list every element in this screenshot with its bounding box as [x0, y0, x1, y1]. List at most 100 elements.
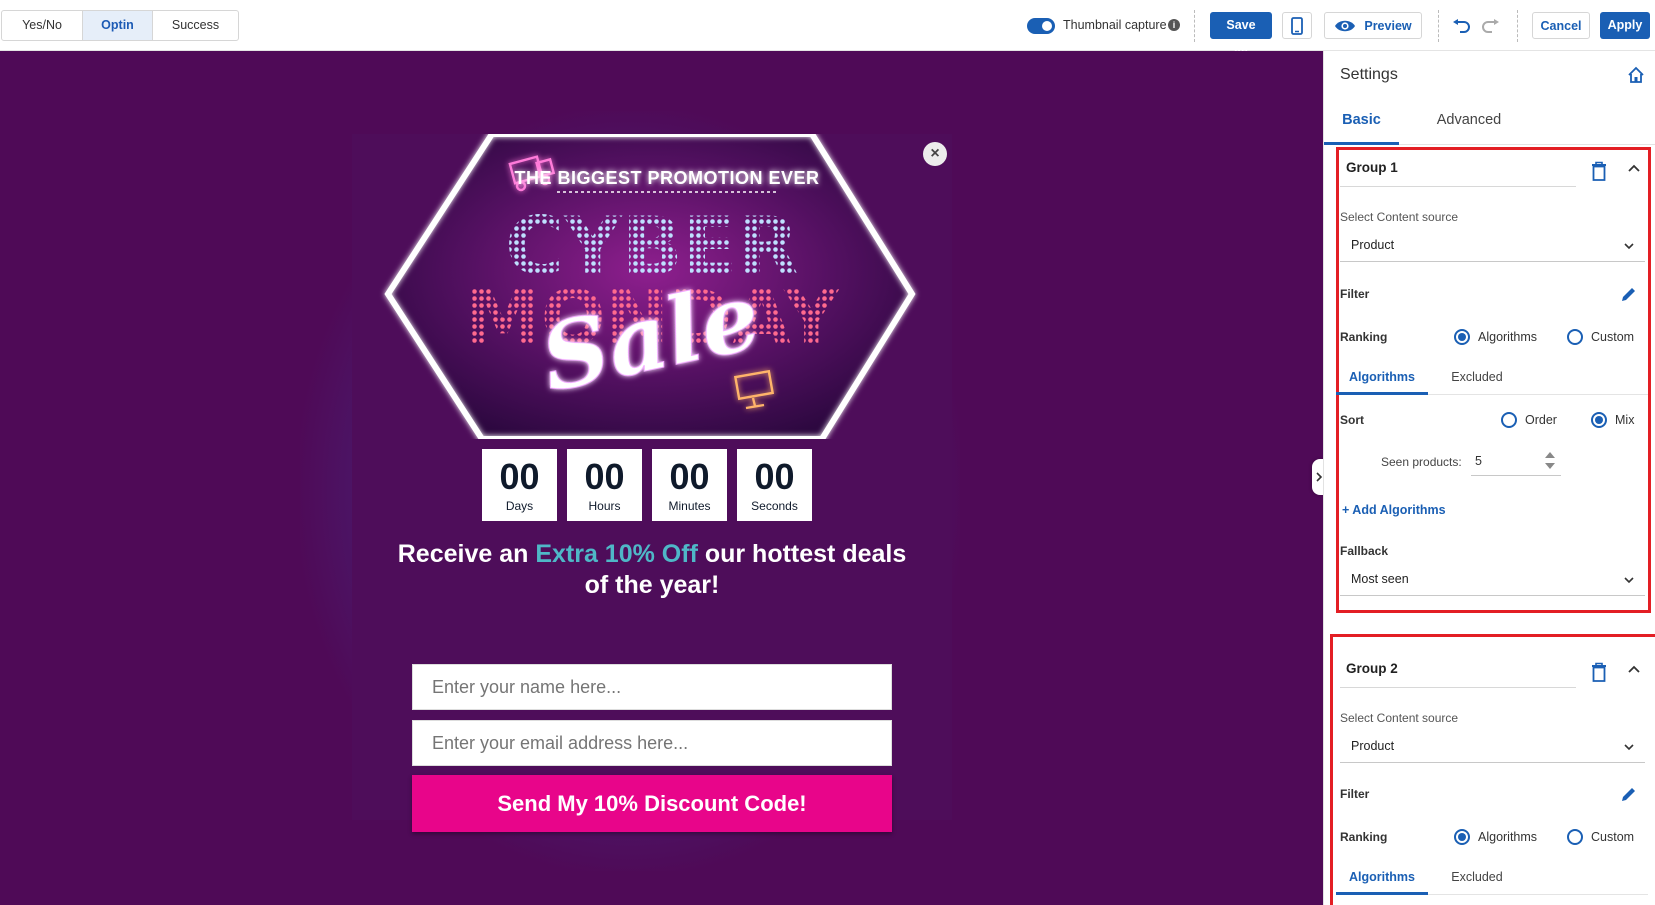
segment-optin[interactable]: Optin	[83, 11, 153, 40]
apply-button[interactable]: Apply	[1600, 12, 1650, 39]
subtab-excluded[interactable]: Excluded	[1432, 361, 1522, 395]
countdown-minutes: 00 Minutes	[652, 449, 727, 521]
chevron-down-icon	[1624, 577, 1634, 584]
countdown-value: 00	[754, 456, 795, 497]
radio-label: Order	[1525, 413, 1557, 427]
fallback-label: Fallback	[1340, 544, 1389, 558]
ranking-subtabs: Algorithms Excluded	[1336, 361, 1648, 395]
subtab-excluded[interactable]: Excluded	[1432, 861, 1522, 895]
subtab-algorithms[interactable]: Algorithms	[1336, 861, 1428, 895]
subtab-algorithms[interactable]: Algorithms	[1336, 361, 1428, 395]
content-source-label: Select Content source	[1340, 210, 1459, 224]
radio-checked-icon	[1591, 412, 1607, 428]
undo-icon	[1453, 19, 1470, 33]
seen-products-value: 5	[1475, 454, 1482, 468]
spin-up-icon[interactable]	[1545, 452, 1555, 458]
mobile-view-button[interactable]	[1282, 12, 1312, 39]
popup-headline: Receive an Extra 10% Off our hottest dea…	[392, 539, 912, 601]
countdown-value: 00	[669, 456, 710, 497]
radio-label: Custom	[1591, 330, 1635, 344]
radio-unchecked-icon	[1501, 412, 1517, 428]
content-source-select[interactable]: Product	[1340, 230, 1645, 262]
top-toolbar: Yes/No Optin Success Thumbnail capture i…	[0, 0, 1655, 59]
cyber-monday-banner: THE BIGGEST PROMOTION EVER CYBER MONDAY …	[352, 134, 952, 439]
preview-label: Preview	[1364, 18, 1412, 33]
segment-success[interactable]: Success	[153, 11, 238, 40]
ranking-label: Ranking	[1340, 330, 1388, 344]
seen-products-input[interactable]: 5	[1471, 448, 1561, 476]
countdown-days: 00 Days	[482, 449, 557, 521]
group-title-underline	[1340, 186, 1576, 187]
ranking-subtabs: Algorithms Excluded	[1336, 861, 1648, 895]
sort-order-radio[interactable]: Order	[1501, 412, 1557, 428]
name-input[interactable]	[412, 664, 892, 710]
content-source-value: Product	[1351, 739, 1395, 753]
toolbar-divider	[1517, 10, 1518, 42]
trash-icon[interactable]	[1590, 662, 1608, 682]
info-icon[interactable]: i	[1168, 19, 1180, 31]
radio-label: Algorithms	[1478, 830, 1538, 844]
editor-canvas: THE BIGGEST PROMOTION EVER CYBER MONDAY …	[0, 51, 1323, 905]
sort-mix-radio[interactable]: Mix	[1591, 412, 1634, 428]
toolbar-divider	[1438, 10, 1439, 42]
chevron-right-icon	[1315, 472, 1322, 482]
chevron-up-icon[interactable]	[1627, 662, 1641, 676]
ranking-algorithms-radio[interactable]: Algorithms	[1454, 829, 1537, 845]
preview-button[interactable]: Preview	[1324, 12, 1422, 39]
countdown-hours: 00 Hours	[567, 449, 642, 521]
send-discount-button[interactable]: Send My 10% Discount Code!	[412, 775, 892, 832]
banner-graphic: THE BIGGEST PROMOTION EVER CYBER MONDAY …	[352, 134, 952, 439]
radio-checked-icon	[1454, 329, 1470, 345]
headline-accent: Extra 10% Off	[535, 540, 698, 568]
filter-label: Filter	[1340, 787, 1370, 801]
content-source-value: Product	[1351, 238, 1395, 252]
spin-down-icon[interactable]	[1545, 463, 1555, 469]
chevron-down-icon	[1624, 744, 1634, 751]
pencil-icon[interactable]	[1620, 786, 1637, 803]
save-as-button[interactable]: Save as	[1210, 12, 1272, 59]
countdown-label: Hours	[588, 499, 621, 513]
trash-icon[interactable]	[1590, 161, 1608, 181]
filter-label: Filter	[1340, 287, 1370, 301]
undo-button[interactable]	[1450, 15, 1472, 37]
optin-popup: THE BIGGEST PROMOTION EVER CYBER MONDAY …	[352, 134, 952, 832]
ranking-custom-radio[interactable]: Custom	[1567, 329, 1634, 345]
sort-label: Sort	[1340, 413, 1364, 427]
seen-products-label: Seen products:	[1381, 455, 1462, 469]
ranking-custom-radio[interactable]: Custom	[1567, 829, 1634, 845]
group-title: Group 1	[1346, 160, 1398, 175]
add-algorithms-link[interactable]: + Add Algorithms	[1342, 503, 1446, 517]
radio-checked-icon	[1454, 829, 1470, 845]
tab-basic[interactable]: Basic	[1324, 96, 1399, 145]
ranking-label: Ranking	[1340, 830, 1388, 844]
redo-button[interactable]	[1480, 15, 1502, 37]
radio-label: Algorithms	[1478, 330, 1538, 344]
tab-advanced[interactable]: Advanced	[1414, 96, 1524, 145]
mobile-phone-icon	[1291, 16, 1303, 35]
chevron-up-icon[interactable]	[1627, 161, 1641, 175]
content-source-label: Select Content source	[1340, 711, 1459, 725]
headline-pre: Receive an	[397, 540, 536, 568]
radio-label: Mix	[1615, 413, 1635, 427]
group-title: Group 2	[1346, 661, 1398, 676]
countdown-label: Seconds	[751, 499, 798, 513]
redo-icon	[1482, 19, 1499, 33]
countdown-label: Days	[505, 499, 534, 513]
settings-title: Settings	[1340, 66, 1398, 83]
pencil-icon[interactable]	[1620, 286, 1637, 303]
cancel-button[interactable]: Cancel	[1532, 12, 1590, 39]
segment-yes-no[interactable]: Yes/No	[2, 11, 83, 40]
close-popup-button[interactable]: ×	[923, 142, 947, 166]
eye-icon	[1335, 20, 1356, 31]
ranking-algorithms-radio[interactable]: Algorithms	[1454, 329, 1537, 345]
content-source-select[interactable]: Product	[1340, 731, 1645, 763]
home-icon[interactable]	[1627, 66, 1645, 84]
step-switcher: Yes/No Optin Success	[1, 10, 239, 41]
fallback-value: Most seen	[1351, 572, 1409, 586]
chevron-down-icon	[1624, 243, 1634, 250]
fallback-select[interactable]: Most seen	[1340, 564, 1645, 596]
settings-panel: Settings Basic Advanced Group 1 Select C…	[1323, 51, 1655, 905]
thumbnail-capture-toggle[interactable]	[1027, 18, 1055, 34]
group-title-underline	[1340, 687, 1576, 688]
email-input[interactable]	[412, 720, 892, 766]
